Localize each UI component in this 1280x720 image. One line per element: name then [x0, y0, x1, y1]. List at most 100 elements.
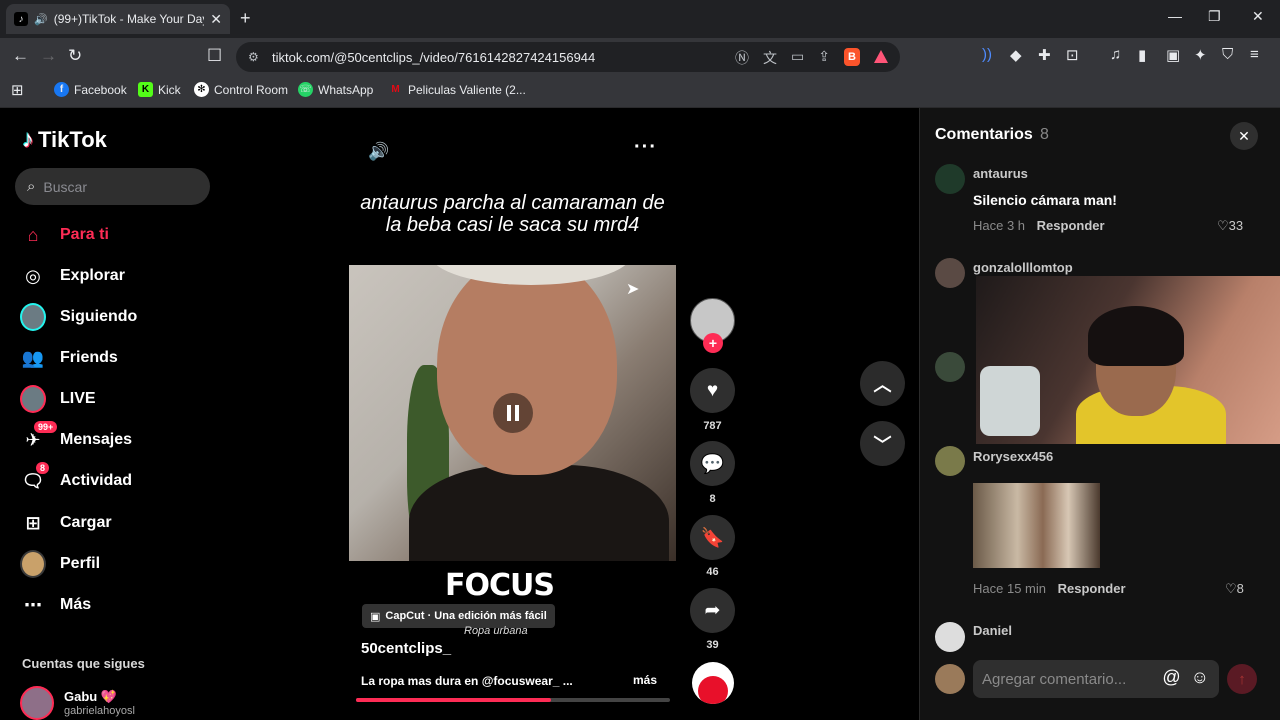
- comment-username[interactable]: antaurus: [973, 166, 1028, 181]
- reply-button[interactable]: Responder: [1037, 218, 1105, 233]
- comment-meta: Hace 15 min Responder: [973, 581, 1126, 596]
- video-author[interactable]: 50centclips_: [361, 640, 451, 657]
- sidebar-item-actividad[interactable]: 🗨 8 Actividad: [20, 462, 133, 494]
- search-input[interactable]: ⌕ Buscar: [15, 168, 210, 205]
- audio-ext-icon[interactable]: )): [982, 46, 992, 63]
- comment-like[interactable]: ♡8: [1225, 581, 1244, 597]
- bookmark-item[interactable]: K Kick: [138, 82, 181, 97]
- cast-icon[interactable]: ▭: [791, 48, 804, 68]
- comment-like[interactable]: ♡33: [1217, 218, 1243, 234]
- leo-ai-icon[interactable]: ✦: [1194, 46, 1207, 64]
- sidebar-item-mas[interactable]: ⋯ Más: [20, 592, 91, 618]
- comment-username[interactable]: gonzalolllomtop: [973, 260, 1073, 275]
- mention-icon[interactable]: @: [1162, 667, 1180, 688]
- brave-shields-icon[interactable]: B: [844, 48, 860, 66]
- avatar: [935, 664, 965, 694]
- maximize-icon[interactable]: ❐: [1208, 8, 1221, 25]
- sidebar-item-friends[interactable]: 👥 Friends: [20, 345, 118, 371]
- no-translate-icon[interactable]: Ⓝ: [735, 48, 749, 68]
- sidebar-item-label: LIVE: [60, 390, 96, 407]
- volume-icon[interactable]: 🔊: [368, 142, 389, 162]
- new-tab-icon[interactable]: +: [240, 8, 251, 29]
- avatar[interactable]: [935, 164, 965, 194]
- bookmark-label: Facebook: [74, 82, 127, 97]
- sidebar-item-perfil[interactable]: Perfil: [20, 550, 100, 578]
- site-info-icon[interactable]: ⚙: [248, 50, 262, 64]
- close-tab-icon[interactable]: ✕: [210, 11, 222, 28]
- bookmark-item[interactable]: ✻ Control Room: [194, 82, 288, 97]
- window-close-icon[interactable]: ✕: [1252, 8, 1264, 25]
- activity-badge: 8: [36, 462, 50, 474]
- pause-button[interactable]: [493, 393, 533, 433]
- music-disc[interactable]: [692, 662, 734, 704]
- media-icon[interactable]: ♫: [1110, 46, 1121, 63]
- save-button[interactable]: 🔖: [690, 515, 735, 560]
- apps-grid-icon[interactable]: ⊞: [11, 81, 24, 99]
- previous-video-button[interactable]: ︿: [860, 361, 905, 406]
- brand-name: TikTok: [38, 127, 107, 152]
- tab-audio-icon[interactable]: 🔊: [34, 13, 48, 26]
- reply-button[interactable]: Responder: [1058, 581, 1126, 596]
- bookmark-item[interactable]: M Peliculas Valiente (2...: [388, 82, 526, 97]
- more-options-icon[interactable]: ···: [634, 136, 657, 159]
- messages-badge: 99+: [34, 421, 58, 433]
- heart-outline-icon: ♡: [1225, 581, 1237, 596]
- brave-rewards-icon[interactable]: [874, 50, 888, 63]
- sidebar-toggle-icon[interactable]: ▮: [1138, 46, 1146, 64]
- sidebar-item-cargar[interactable]: ⊞ Cargar: [20, 510, 111, 536]
- avatar[interactable]: [935, 622, 965, 652]
- avatar[interactable]: [935, 352, 965, 382]
- sidebar-item-label: Más: [60, 596, 92, 613]
- bookmark-item[interactable]: f Facebook: [54, 82, 127, 97]
- compass-icon: ◎: [25, 265, 41, 286]
- send-comment-button[interactable]: ↑: [1227, 664, 1257, 694]
- tiktok-logo[interactable]: ♪ TikTok: [22, 126, 107, 154]
- forward-icon[interactable]: →: [40, 46, 57, 66]
- more-description-link[interactable]: más: [633, 673, 657, 687]
- sidebar-item-label: Actividad: [60, 472, 133, 489]
- screenshot-icon[interactable]: ⊡: [1066, 46, 1079, 64]
- following-section-title: Cuentas que sigues: [22, 656, 145, 671]
- friends-icon: 👥: [21, 347, 45, 368]
- wallet-diamond-icon[interactable]: ◆: [1010, 46, 1022, 64]
- browser-tab[interactable]: ♪ 🔊 (99+)TikTok - Make Your Day ✕: [6, 4, 230, 34]
- next-video-button[interactable]: ﹀: [860, 421, 905, 466]
- share-button[interactable]: ➦: [690, 588, 735, 633]
- share-icon[interactable]: ⇪: [818, 48, 830, 68]
- comment-input[interactable]: Agregar comentario... @ ☺: [973, 660, 1219, 698]
- tiktok-note-icon: ♪: [22, 126, 34, 153]
- avatar[interactable]: [935, 258, 965, 288]
- facebook-icon: f: [54, 82, 69, 97]
- emoji-icon[interactable]: ☺: [1191, 667, 1209, 688]
- menu-icon[interactable]: ≡: [1250, 46, 1259, 63]
- sidebar-item-explorar[interactable]: ◎ Explorar: [20, 263, 125, 289]
- avatar[interactable]: [935, 446, 965, 476]
- minimize-icon[interactable]: —: [1168, 8, 1182, 24]
- comment-username[interactable]: Daniel: [973, 623, 1012, 638]
- extensions-icon[interactable]: ✚: [1038, 46, 1051, 64]
- reload-icon[interactable]: ↻: [68, 46, 82, 66]
- comment-like-count: 33: [1228, 218, 1244, 233]
- bookmark-item[interactable]: ☏ WhatsApp: [298, 82, 373, 97]
- sidebar-item-siguiendo[interactable]: Siguiendo: [20, 303, 137, 331]
- url-field[interactable]: ⚙ tiktok.com/@50centclips_/video/7616142…: [236, 42, 900, 72]
- sidebar-item-live[interactable]: LIVE: [20, 385, 96, 413]
- video-progress-bar[interactable]: [356, 698, 670, 702]
- translate-icon[interactable]: 文: [763, 48, 777, 68]
- bookmark-icon[interactable]: ☐: [207, 46, 222, 66]
- back-icon[interactable]: ←: [12, 46, 29, 66]
- sidebar-item-para-ti[interactable]: ⌂ Para ti: [20, 222, 109, 248]
- comment-username[interactable]: Rorysexx456: [973, 449, 1053, 464]
- like-button[interactable]: ♥: [690, 368, 735, 413]
- comment-button[interactable]: 💬: [690, 441, 735, 486]
- comment-image[interactable]: [973, 483, 1100, 568]
- close-comments-button[interactable]: ✕: [1230, 122, 1258, 150]
- bookmark-label: Control Room: [214, 82, 289, 97]
- live-avatar: [20, 385, 46, 413]
- following-account[interactable]: Gabu 💖 gabrielahoyosl: [20, 686, 135, 720]
- follow-plus-button[interactable]: +: [703, 333, 723, 353]
- wallet-icon[interactable]: ▣: [1166, 46, 1180, 64]
- vpn-shield-icon[interactable]: ⛉: [1222, 46, 1233, 63]
- sidebar-item-mensajes[interactable]: ✈ 99+ Mensajes: [20, 421, 132, 453]
- video-overlay-caption: antaurus parcha al camaraman de la beba …: [360, 192, 665, 236]
